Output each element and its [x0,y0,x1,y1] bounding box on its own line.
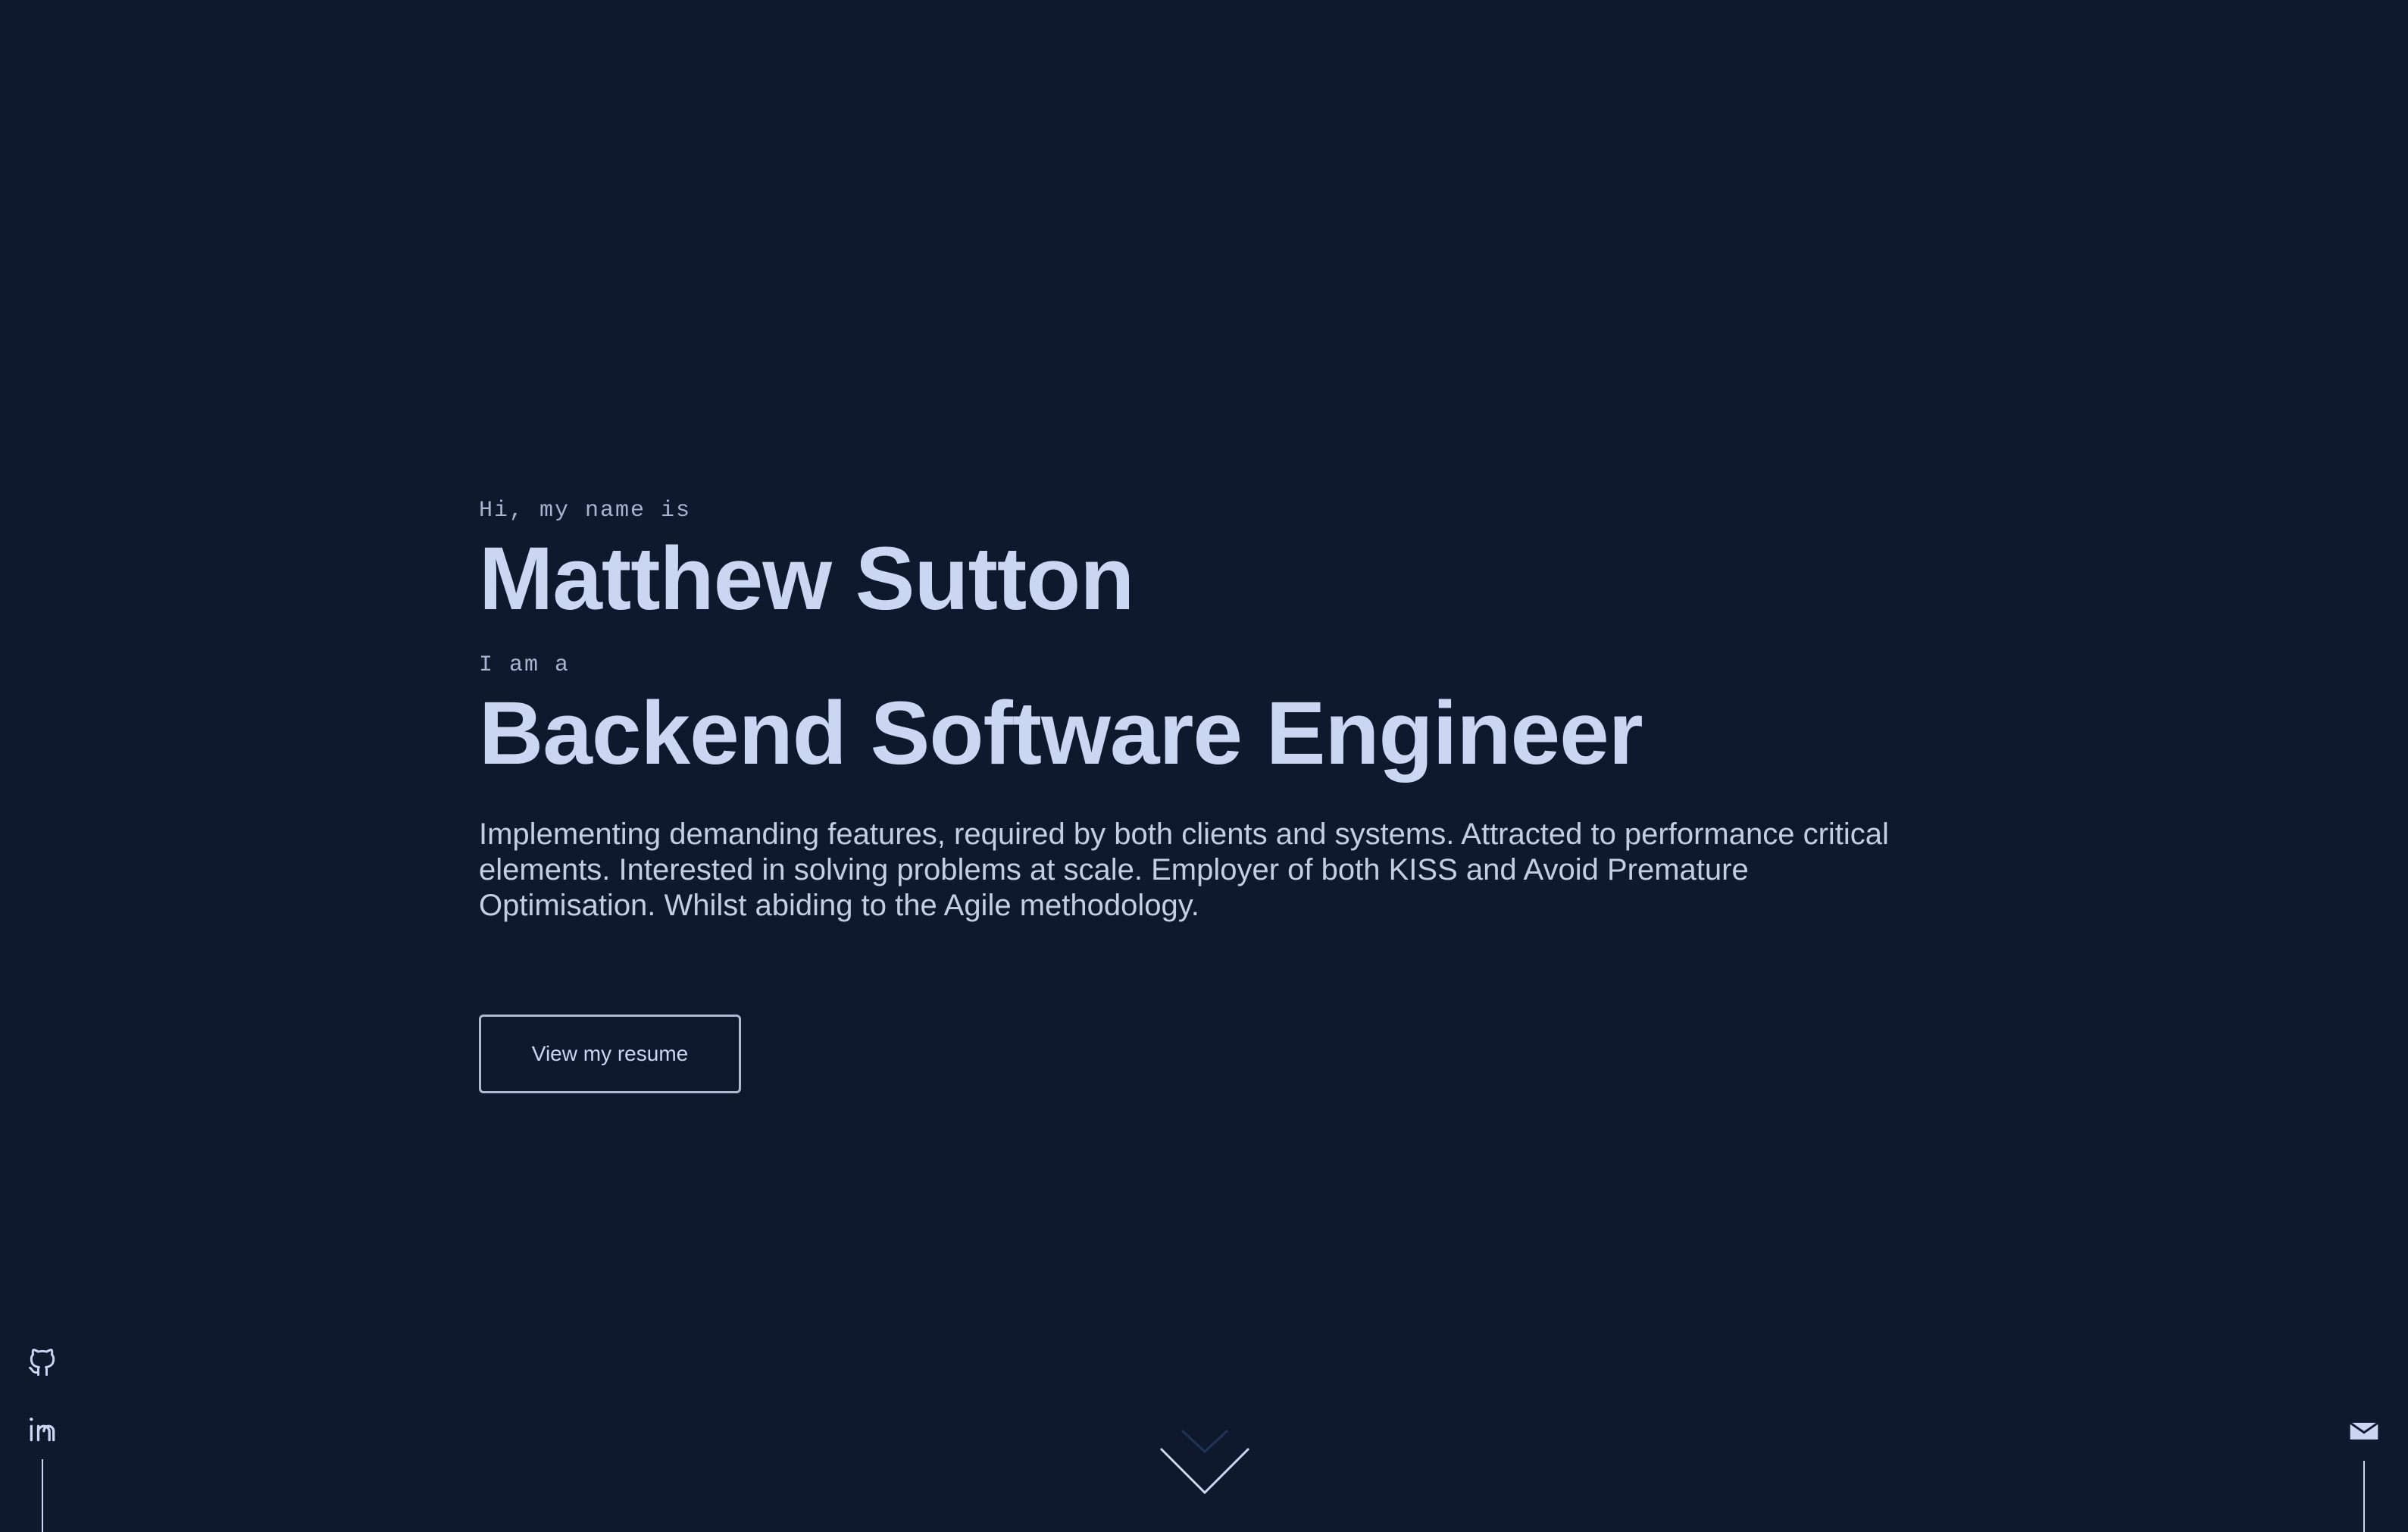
email-link[interactable] [2347,1414,2381,1447]
email-rail-line [2363,1461,2365,1532]
mail-icon [2349,1421,2379,1440]
linkedin-link[interactable] [26,1412,59,1446]
social-links-rail [24,1346,61,1532]
hero-summary: Implementing demanding features, require… [479,818,1889,922]
view-resume-button[interactable]: View my resume [479,1015,741,1093]
hero-section: Hi, my name is Matthew Sutton I am a Bac… [479,494,1964,1093]
linkedin-icon [30,1417,55,1442]
social-rail-line [42,1459,43,1532]
chevron-down-icon [1159,1429,1250,1495]
hero-role: Backend Software Engineer [479,683,1643,783]
github-link[interactable] [26,1346,59,1379]
github-icon [29,1349,55,1376]
hero-name: Matthew Sutton [479,529,1134,629]
intro-text: I am a [479,652,571,678]
greeting-text: Hi, my name is [479,498,692,524]
email-rail [2346,1414,2382,1532]
scroll-down-indicator[interactable] [1158,1427,1252,1496]
